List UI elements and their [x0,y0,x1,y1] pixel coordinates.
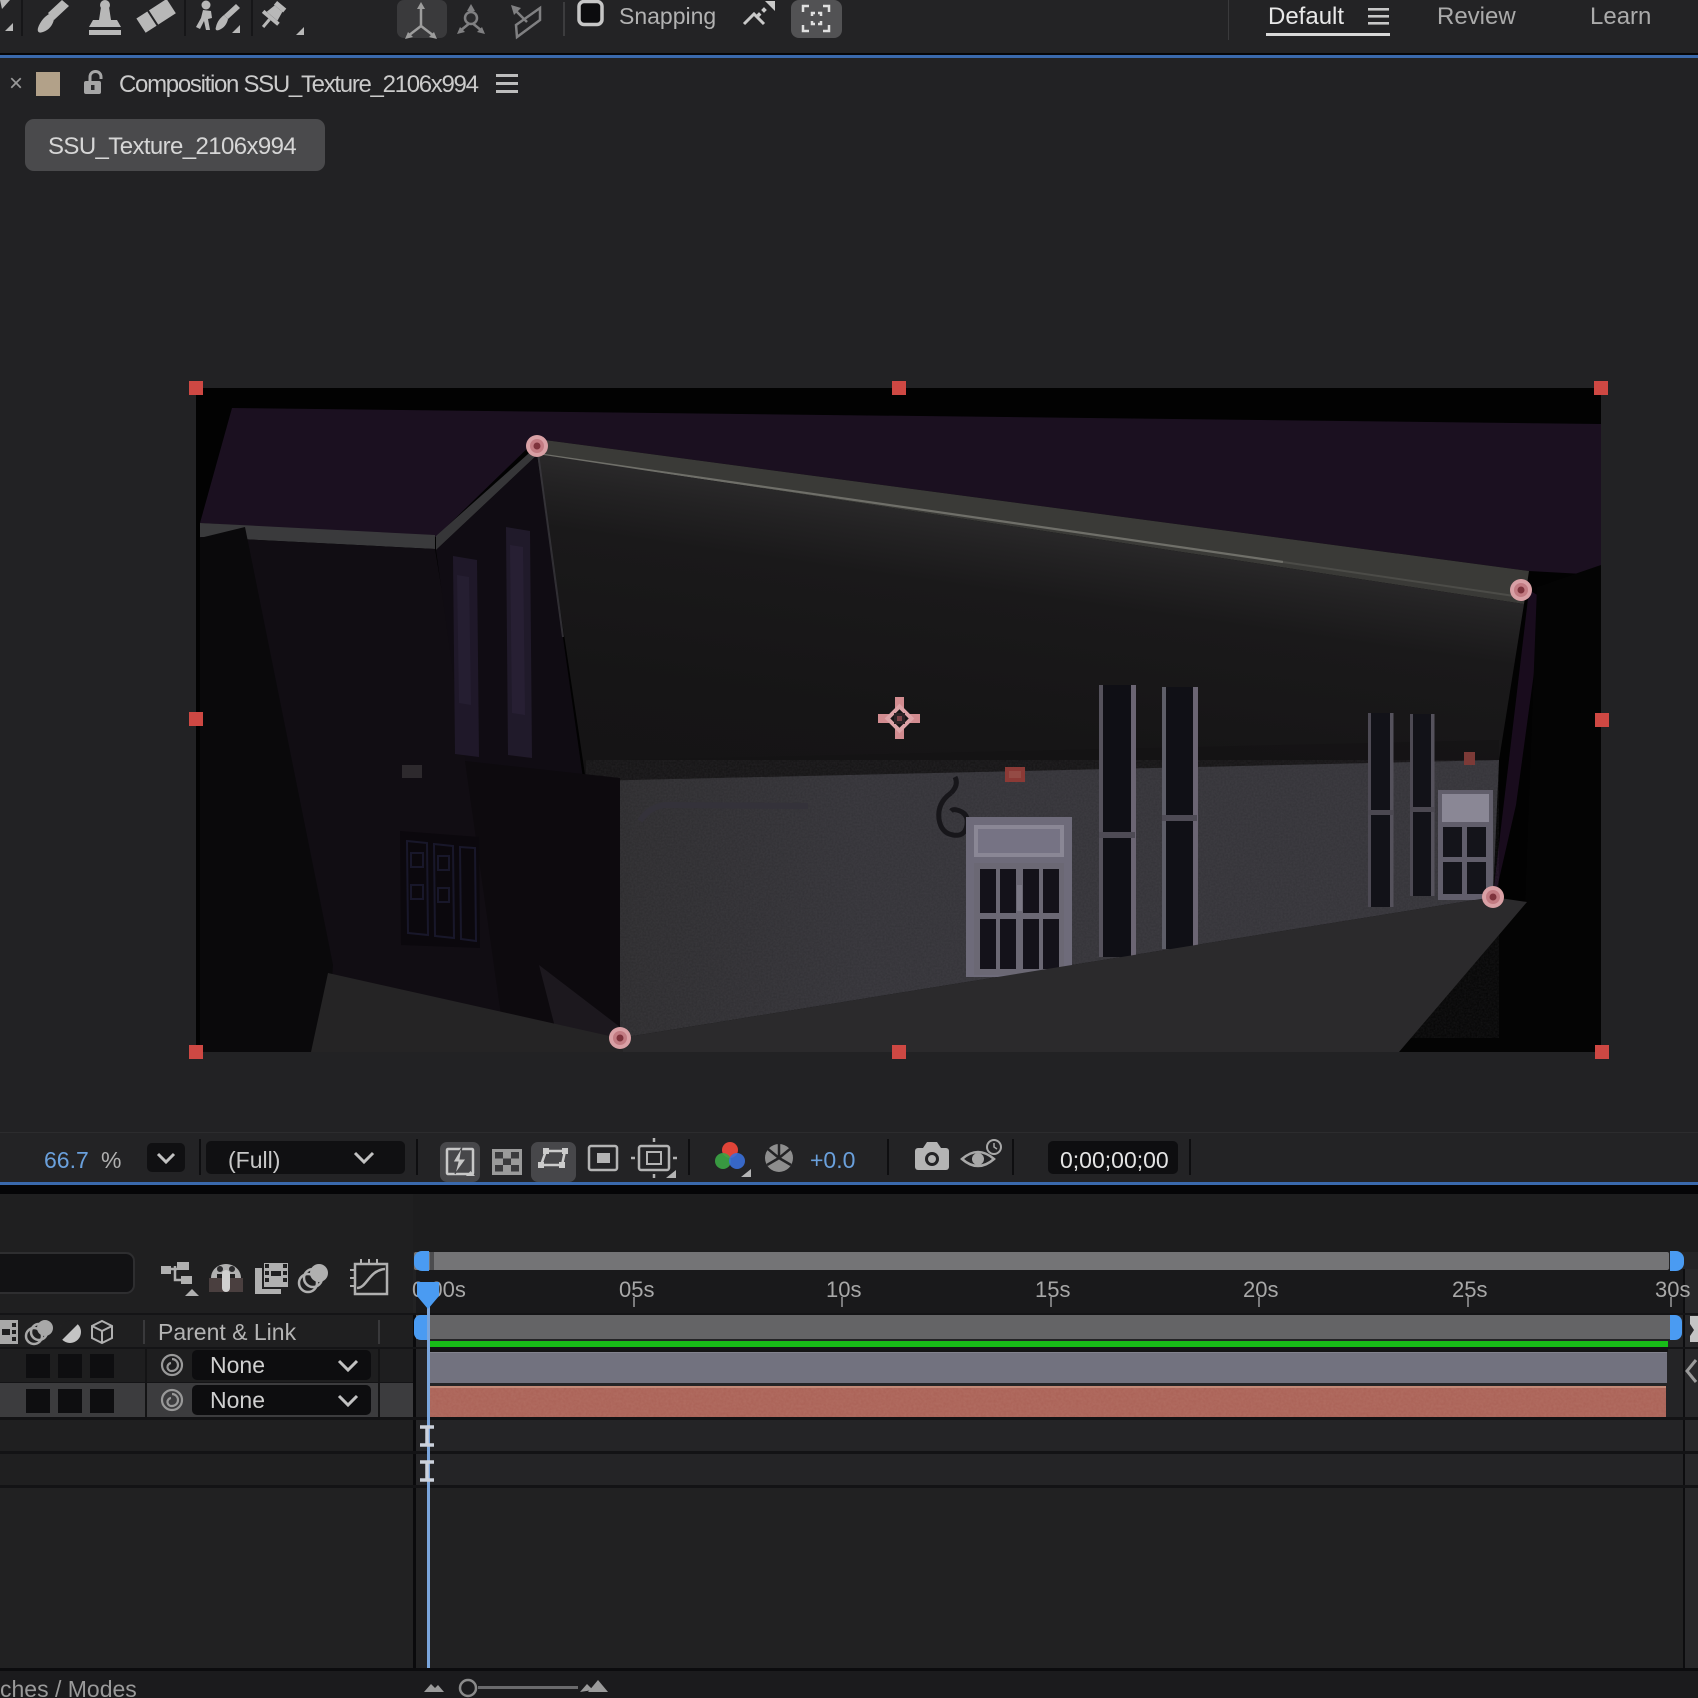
svg-text:Snapping: Snapping [619,3,716,29]
